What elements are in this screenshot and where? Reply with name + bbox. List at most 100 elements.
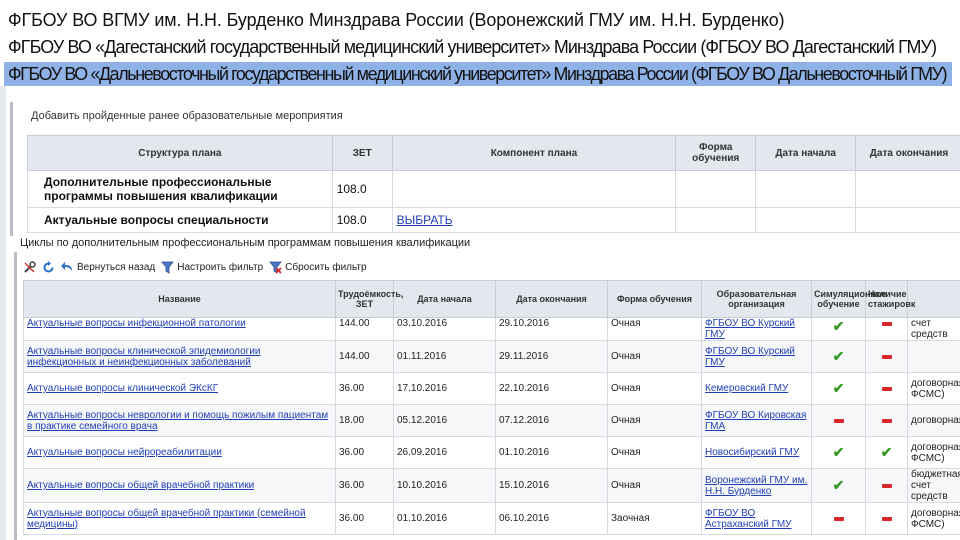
cycle-finance	[907, 340, 960, 373]
cycle-org-link[interactable]: ФГБОУ ВО Кировская ГМА	[705, 410, 806, 432]
cycle-org-link[interactable]: ФГБОУ ВО Курский ГМУ	[705, 318, 795, 340]
cycle-name-link[interactable]: Актуальные вопросы общей врачебной практ…	[27, 508, 306, 530]
dash-icon	[881, 517, 892, 521]
left-stripe	[0, 86, 6, 540]
plan-col-zet[interactable]: ЗЕТ	[331, 135, 393, 171]
cycle-sim: ✔	[811, 317, 866, 341]
cycle-end: 29.10.2016	[495, 317, 608, 341]
plan-row-end	[855, 207, 960, 233]
col-finance[interactable]	[907, 280, 960, 318]
cycle-name-link[interactable]: Актуальные вопросы неврологии и помощь п…	[27, 410, 328, 432]
cycle-start: 03.10.2016	[393, 317, 496, 341]
cycle-zet: 36.00	[335, 372, 394, 405]
cycle-org-link[interactable]: Кемеровский ГМУ	[705, 383, 788, 394]
cycle-intern	[865, 404, 908, 437]
plan-row-component	[391, 170, 677, 208]
cycle-finance: договорная, ФСМС)	[907, 502, 960, 535]
cycle-end: 07.12.2016	[495, 404, 608, 437]
col-zet[interactable]: Трудоёмкость, ЗЕТ	[335, 280, 403, 318]
cycle-name-link[interactable]: Актуальные вопросы нейрореабилитации	[27, 447, 222, 458]
cycle-zet: 144.00	[335, 340, 394, 373]
col-intern[interactable]: Наличие стажировк	[865, 280, 915, 318]
dash-icon	[881, 387, 892, 391]
tools-icon[interactable]	[23, 260, 36, 274]
table-row[interactable]: Актуальные вопросы инфекционной патологи…	[23, 317, 960, 341]
col-form[interactable]: Форма обучения	[607, 280, 702, 318]
plan-header-row: Структура плана ЗЕТ Компонент плана Форм…	[27, 135, 960, 171]
col-name[interactable]: Название	[23, 280, 336, 318]
cycle-name-link[interactable]: Актуальные вопросы инфекционной патологи…	[27, 318, 246, 329]
cycles-panel: Вернуться назад Настроить фильтр Сбросит…	[14, 252, 960, 540]
plan-panel: Добавить пройденные ранее образовательны…	[10, 102, 960, 236]
table-row[interactable]: Актуальные вопросы нейрореабилитации 36.0…	[23, 436, 960, 469]
cycle-org-cell: Воронежский ГМУ им. Н.Н. Бурденко	[701, 468, 812, 503]
plan-row-zet: 108.0	[331, 207, 393, 233]
cycle-finance: договорная, ФСМС)	[907, 372, 960, 405]
cycle-zet: 36.00	[335, 436, 394, 469]
cycle-form: Очная	[607, 340, 702, 373]
cycle-sim: ✔	[811, 468, 866, 503]
cycle-start: 01.11.2016	[393, 340, 496, 373]
cycle-end: 22.10.2016	[495, 372, 608, 405]
cycle-sim	[811, 404, 866, 437]
dash-icon	[881, 322, 892, 326]
refresh-icon[interactable]	[42, 260, 55, 274]
cycle-name-link[interactable]: Актуальные вопросы общей врачебной практ…	[27, 480, 254, 491]
plan-row-form	[675, 207, 757, 233]
dash-icon	[881, 484, 892, 488]
cycle-name-cell: Актуальные вопросы общей врачебной практ…	[23, 468, 336, 503]
cycle-org-link[interactable]: Новосибирский ГМУ	[705, 447, 799, 458]
check-icon: ✔	[832, 318, 845, 334]
col-start[interactable]: Дата начала	[393, 280, 496, 318]
cycle-org-cell: ФГБОУ ВО Курский ГМУ	[701, 317, 812, 341]
organization-item[interactable]: ФГБОУ ВО «Дагестанский государственный м…	[8, 35, 942, 59]
cycle-finance: договорная	[907, 404, 960, 437]
cycles-header-row: Название Трудоёмкость, ЗЕТ Дата начала Д…	[23, 280, 960, 318]
plan-col-structure[interactable]: Структура плана	[27, 135, 333, 171]
cycle-start: 17.10.2016	[393, 372, 496, 405]
col-sim[interactable]: Симуляционное обучение	[811, 280, 886, 318]
plan-table: Структура плана ЗЕТ Компонент плана Форм…	[27, 135, 960, 233]
plan-col-form[interactable]: Форма обучения	[675, 135, 757, 171]
cycle-form: Очная	[607, 468, 702, 503]
check-icon: ✔	[880, 444, 893, 460]
cycle-sim: ✔	[811, 340, 866, 373]
check-icon: ✔	[832, 477, 845, 493]
reset-filter-button[interactable]: Сбросить фильтр	[269, 261, 367, 274]
cycle-sim: ✔	[811, 372, 866, 405]
plan-title: Добавить пройденные ранее образовательны…	[31, 110, 343, 122]
cycle-zet: 144.00	[335, 317, 394, 341]
table-row[interactable]: Актуальные вопросы клинической эпидемиол…	[23, 340, 960, 373]
plan-row-start	[755, 170, 857, 208]
cycle-org-link[interactable]: ФГБОУ ВО Курский ГМУ	[705, 346, 795, 368]
plan-col-component[interactable]: Компонент плана	[391, 135, 677, 171]
table-row[interactable]: Актуальные вопросы неврологии и помощь п…	[23, 404, 960, 437]
organization-item[interactable]: ФГБОУ ВО ВГМУ им. Н.Н. Бурденко Минздрав…	[8, 8, 942, 32]
reset-filter-label: Сбросить фильтр	[285, 261, 367, 273]
table-row[interactable]: Актуальные вопросы общей врачебной практ…	[23, 468, 960, 503]
organization-item-selected[interactable]: ФГБОУ ВО «Дальневосточный государственны…	[4, 62, 952, 86]
select-link[interactable]: ВЫБРАТЬ	[397, 213, 453, 227]
cycle-intern	[865, 340, 908, 373]
set-filter-button[interactable]: Настроить фильтр	[161, 261, 263, 274]
plan-col-end[interactable]: Дата окончания	[855, 135, 960, 171]
back-button[interactable]: Вернуться назад	[61, 261, 155, 274]
cycle-name-link[interactable]: Актуальные вопросы клинической ЭКсКГ	[27, 383, 218, 394]
table-row[interactable]: Актуальные вопросы общей врачебной практ…	[23, 502, 960, 535]
cycle-org-cell: ФГБОУ ВО Кировская ГМА	[701, 404, 812, 437]
cycle-intern	[865, 317, 908, 341]
cycle-end: 06.10.2016	[495, 502, 608, 535]
plan-row: Актуальные вопросы специальности 108.0 В…	[27, 207, 960, 233]
cycle-name-link[interactable]: Актуальные вопросы клинической эпидемиол…	[27, 346, 261, 368]
col-end[interactable]: Дата окончания	[495, 280, 608, 318]
table-row[interactable]: Актуальные вопросы клинической ЭКсКГ 36.0…	[23, 372, 960, 405]
cycle-name-cell: Актуальные вопросы неврологии и помощь п…	[23, 404, 336, 437]
cycle-org-link[interactable]: ФГБОУ ВО Астраханский ГМУ	[705, 508, 792, 530]
cycle-finance: бюджетная, счет средств	[907, 468, 960, 503]
cycle-intern	[865, 372, 908, 405]
col-org[interactable]: Образовательная организация	[701, 280, 812, 318]
cycle-org-link[interactable]: Воронежский ГМУ им. Н.Н. Бурденко	[705, 475, 807, 497]
cycle-name-cell: Актуальные вопросы клинической эпидемиол…	[23, 340, 336, 373]
plan-col-start[interactable]: Дата начала	[755, 135, 857, 171]
check-icon: ✔	[832, 380, 845, 396]
